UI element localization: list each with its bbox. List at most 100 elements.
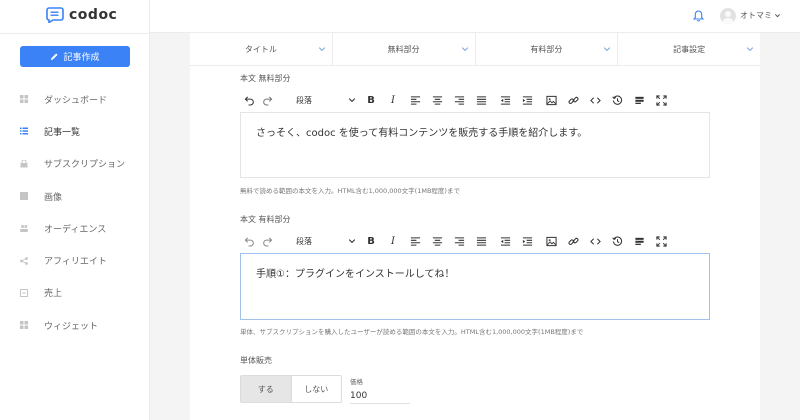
align-justify-icon [476, 236, 486, 246]
history-icon [611, 95, 622, 105]
code-icon [589, 237, 601, 245]
fullscreen-button[interactable] [650, 91, 672, 109]
undo-icon [244, 95, 254, 105]
insert-link-button[interactable] [562, 232, 584, 250]
sidebar-item-articles[interactable]: 記事一覧 [0, 115, 150, 147]
top-header: オトマミ [150, 0, 800, 33]
paid-section-help: 単体、サブスクリプションを購入したユーザーが読める範囲の本文を入力。HTML含む… [240, 328, 584, 336]
paid-content-editor[interactable]: 手順①：プラグインをインストールしてね！ [240, 253, 710, 320]
chevron-down-icon [348, 239, 356, 244]
username-label: オトマミ [740, 11, 772, 20]
avatar[interactable] [720, 8, 736, 24]
list-icon [20, 127, 28, 135]
redo-button[interactable] [258, 91, 276, 109]
sidebar-item-label: ウィジェット [44, 321, 99, 332]
insert-image-button[interactable] [540, 232, 562, 250]
insert-image-button[interactable] [540, 91, 562, 109]
redo-button[interactable] [258, 232, 276, 250]
dashboard-icon [20, 95, 28, 104]
tab-paid-part[interactable]: 有料部分 [476, 33, 619, 65]
sidebar-item-label: 画像 [44, 192, 63, 203]
logo-text: codoc [69, 7, 118, 23]
divider [0, 33, 150, 34]
tab-free-part[interactable]: 無料部分 [333, 33, 476, 65]
align-left-button[interactable] [404, 232, 426, 250]
subscription-icon [20, 159, 28, 168]
italic-button[interactable]: I [382, 232, 404, 250]
create-article-button[interactable]: 記事作成 [20, 46, 130, 67]
share-icon [20, 256, 28, 265]
tab-label: 有料部分 [530, 44, 563, 54]
tab-article-settings[interactable]: 記事設定 [618, 33, 760, 65]
tab-label: 記事設定 [673, 44, 706, 54]
align-justify-button[interactable] [470, 232, 492, 250]
user-menu[interactable]: オトマミ [740, 10, 781, 21]
indent-button[interactable] [516, 91, 538, 109]
sidebar-nav: ダッシュボード 記事一覧 サブスクリプション 画像 オーディエンス アフィリエイ… [0, 83, 150, 341]
paragraph-style-select[interactable]: 段落 [276, 91, 360, 109]
sidebar-item-images[interactable]: 画像 [0, 180, 150, 212]
free-content-text: さっそく、codoc を使って有料コンテンツを販売する手順を紹介します。 [256, 128, 588, 139]
source-html-button[interactable] [628, 91, 650, 109]
outdent-button[interactable] [494, 232, 516, 250]
align-right-button[interactable] [448, 232, 470, 250]
sidebar-item-affiliate[interactable]: アフィリエイト [0, 244, 150, 276]
audience-icon [20, 225, 28, 233]
paragraph-style-select[interactable]: 段落 [276, 232, 360, 250]
tab-title[interactable]: タイトル [190, 33, 333, 65]
sidebar-item-widget[interactable]: ウィジェット [0, 309, 150, 341]
price-input[interactable] [350, 388, 410, 404]
free-editor-toolbar: 段落 B I [240, 91, 710, 109]
source-icon [634, 237, 644, 245]
align-justify-icon [476, 95, 486, 105]
redo-icon [262, 95, 272, 105]
outdent-button[interactable] [494, 91, 516, 109]
paid-section-label: 本文 有料部分 [240, 215, 291, 224]
outdent-icon [500, 95, 510, 105]
history-icon [611, 236, 622, 246]
free-section-help: 無料で読める範囲の本文を入力。HTML含む1,000,000文字(1MB程度)ま… [240, 187, 460, 195]
align-justify-button[interactable] [470, 91, 492, 109]
single-sale-off-option[interactable]: しない [290, 376, 342, 402]
chevron-down-icon [746, 47, 754, 52]
app-logo[interactable]: codoc [46, 7, 117, 23]
align-left-button[interactable] [404, 91, 426, 109]
indent-button[interactable] [516, 232, 538, 250]
sidebar-item-sales[interactable]: 売上 [0, 277, 150, 309]
source-html-button[interactable] [628, 232, 650, 250]
outdent-icon [500, 236, 510, 246]
bold-button[interactable]: B [360, 91, 382, 109]
single-sale-toggle: する しない [240, 375, 342, 403]
paid-content-text: 手順①：プラグインをインストールしてね！ [256, 269, 455, 280]
bell-icon[interactable] [693, 10, 704, 22]
align-center-button[interactable] [426, 232, 448, 250]
italic-button[interactable]: I [382, 91, 404, 109]
pencil-icon [51, 53, 59, 61]
sidebar-item-dashboard[interactable]: ダッシュボード [0, 83, 150, 115]
image-icon [545, 95, 557, 105]
sidebar-item-label: ダッシュボード [44, 95, 108, 106]
code-button[interactable] [584, 232, 606, 250]
code-button[interactable] [584, 91, 606, 109]
source-icon [634, 96, 644, 104]
chevron-down-icon [461, 47, 468, 52]
section-tabs: タイトル 無料部分 有料部分 記事設定 [190, 33, 760, 66]
insert-link-button[interactable] [562, 91, 584, 109]
free-content-editor[interactable]: さっそく、codoc を使って有料コンテンツを販売する手順を紹介します。 [240, 112, 710, 178]
undo-button[interactable] [240, 232, 258, 250]
history-button[interactable] [606, 232, 628, 250]
sidebar-item-label: アフィリエイト [44, 257, 107, 268]
image-icon [545, 236, 557, 246]
sidebar-item-subscription[interactable]: サブスクリプション [0, 148, 150, 180]
fullscreen-button[interactable] [650, 232, 672, 250]
single-sale-on-option[interactable]: する [241, 376, 291, 402]
align-right-button[interactable] [448, 91, 470, 109]
align-left-icon [410, 236, 420, 246]
history-button[interactable] [606, 91, 628, 109]
tab-label: 無料部分 [387, 44, 420, 54]
sidebar-item-audience[interactable]: オーディエンス [0, 212, 150, 244]
undo-button[interactable] [240, 91, 258, 109]
align-center-button[interactable] [426, 91, 448, 109]
free-section-label: 本文 無料部分 [240, 74, 291, 83]
bold-button[interactable]: B [360, 232, 382, 250]
